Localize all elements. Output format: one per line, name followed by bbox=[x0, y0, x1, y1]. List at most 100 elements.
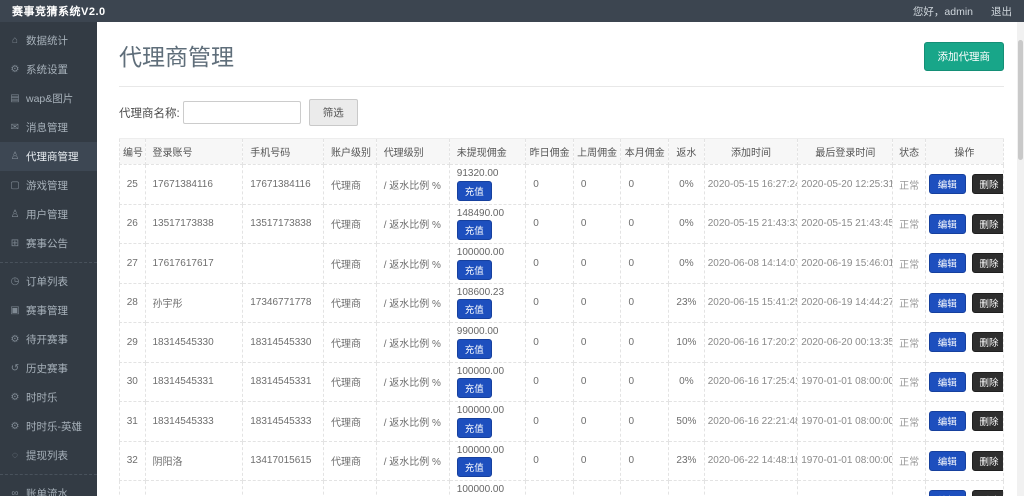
cell-month-commission: 0 bbox=[620, 361, 670, 402]
cell-account: 孙宇彤 bbox=[144, 282, 244, 323]
cell-added-time: 2020-06-16 17:25:41 bbox=[703, 361, 799, 402]
sidebar-item-label: 赛事公告 bbox=[26, 238, 68, 250]
edit-button[interactable]: 编辑 bbox=[928, 213, 966, 234]
cell-rebate: 0% bbox=[668, 164, 705, 205]
cell-month-commission: 0 bbox=[620, 440, 670, 481]
sidebar-item-wap&图片[interactable]: ▤ wap&图片 bbox=[0, 84, 97, 113]
recharge-button[interactable]: 充值 bbox=[456, 417, 492, 438]
column-header: 未提现佣金 bbox=[448, 138, 527, 165]
sidebar-item-label: 数据统计 bbox=[26, 35, 68, 47]
sidebar-item-label: 代理商管理 bbox=[26, 151, 79, 163]
recharge-button[interactable]: 充值 bbox=[456, 259, 492, 280]
edit-button[interactable]: 编辑 bbox=[928, 292, 966, 313]
sidebar-item-游戏管理[interactable]: ▢ 游戏管理 bbox=[0, 171, 97, 200]
edit-button[interactable]: 编辑 bbox=[928, 332, 966, 353]
cell-phone: 13517173838 bbox=[242, 203, 324, 244]
scrollbar[interactable] bbox=[1017, 22, 1024, 496]
table-row: 31 18314545333 18314545333 代理商 / 返水比例 % … bbox=[119, 401, 1005, 442]
sidebar-item-用户管理[interactable]: ♙ 用户管理 bbox=[0, 200, 97, 229]
delete-button[interactable]: 删除 bbox=[971, 174, 1003, 195]
agent-name-input[interactable] bbox=[182, 101, 301, 124]
sidebar-item-时时乐-英雄[interactable]: ⚙ 时时乐-英雄 bbox=[0, 412, 97, 441]
sidebar-item-历史赛事[interactable]: ↺ 历史赛事 bbox=[0, 354, 97, 383]
column-header: 上周佣金 bbox=[572, 138, 622, 165]
sidebar-item-label: 游戏管理 bbox=[26, 180, 68, 192]
delete-button[interactable]: 删除 bbox=[971, 332, 1003, 353]
table-row: 30 18314545331 18314545331 代理商 / 返水比例 % … bbox=[119, 361, 1005, 402]
table-row: 26 13517173838 13517173838 代理商 / 返水比例 % … bbox=[119, 203, 1005, 244]
cell-id: 28 bbox=[119, 282, 146, 323]
cell-yesterday-commission: 0 bbox=[525, 480, 574, 496]
edit-button[interactable]: 编辑 bbox=[928, 253, 966, 274]
cell-id: 31 bbox=[119, 401, 146, 442]
cell-rebate: 23% bbox=[668, 282, 705, 323]
bill-icon: ∞ bbox=[11, 488, 19, 496]
cell-operations: 编辑 删除 bbox=[924, 440, 1005, 481]
cell-yesterday-commission: 0 bbox=[525, 361, 574, 402]
cell-added-time: 2020-06-22 14:48:18 bbox=[703, 440, 799, 481]
status-badge: 正常 bbox=[892, 401, 926, 442]
sidebar-item-赛事管理[interactable]: ▣ 赛事管理 bbox=[0, 296, 97, 325]
recharge-button[interactable]: 充值 bbox=[456, 457, 492, 477]
add-agent-button[interactable]: 添加代理商 bbox=[923, 42, 1004, 71]
delete-button[interactable]: 删除 bbox=[971, 253, 1003, 274]
edit-button[interactable]: 编辑 bbox=[928, 411, 966, 432]
cell-id: 26 bbox=[119, 203, 146, 244]
cell-commission: 99000.00 充值 bbox=[448, 322, 527, 363]
image-icon: ▤ bbox=[10, 93, 20, 104]
sidebar-item-时时乐[interactable]: ⚙ 时时乐 bbox=[0, 383, 97, 412]
table-row: 25 17671384116 17671384116 代理商 / 返水比例 % … bbox=[119, 164, 1005, 205]
sidebar-item-label: 订单列表 bbox=[26, 276, 68, 288]
column-header: 状态 bbox=[892, 138, 926, 165]
agent-table: 编号 登录账号 手机号码 账户级别 代理级别 未提现佣金 昨日佣金 上周佣金 本月佣金 返水 添加时… bbox=[119, 138, 1005, 496]
cell-last-login-time: 1970-01-01 08:00:00 bbox=[797, 361, 894, 402]
sidebar-item-系统设置[interactable]: ⚙ 系统设置 bbox=[0, 55, 97, 84]
scrollbar-thumb[interactable] bbox=[1018, 40, 1023, 160]
delete-button[interactable]: 删除 bbox=[971, 213, 1003, 234]
sidebar-item-提现列表[interactable]: ◌ 提现列表 bbox=[0, 441, 97, 470]
recharge-button[interactable]: 充值 bbox=[456, 338, 492, 359]
cell-phone: 18314545331 bbox=[242, 361, 324, 402]
delete-button[interactable]: 删除 bbox=[971, 490, 1003, 496]
page-title: 代理商管理 bbox=[119, 44, 234, 70]
cell-added-time: 2020-06-16 22:21:48 bbox=[703, 401, 799, 442]
sidebar-item-订单列表[interactable]: ◷ 订单列表 bbox=[0, 267, 97, 296]
cell-phone: 18314545333 bbox=[242, 401, 324, 442]
sidebar: ⌂ 数据统计 ⚙ 系统设置 ▤ wap&图片 ✉ 消息管理 ♙ 代理商管理 ▢ … bbox=[0, 22, 97, 496]
cell-account: 18314545331 bbox=[144, 361, 244, 402]
agent-name-label: 代理商名称: bbox=[119, 107, 180, 120]
edit-button[interactable]: 编辑 bbox=[928, 371, 966, 392]
recharge-button[interactable]: 充值 bbox=[456, 378, 492, 398]
recharge-button[interactable]: 充值 bbox=[456, 299, 492, 319]
cell-commission: 148490.00 充值 bbox=[448, 203, 527, 244]
sidebar-item-待开赛事[interactable]: ⚙ 待开赛事 bbox=[0, 325, 97, 354]
logout-link[interactable]: 退出 bbox=[991, 4, 1012, 19]
delete-button[interactable]: 删除 bbox=[971, 371, 1003, 392]
cell-operations: 编辑 删除 bbox=[924, 243, 1005, 284]
cell-commission: 100000.00 充值 bbox=[448, 480, 527, 496]
cell-account: 18314545330 bbox=[144, 322, 244, 363]
cell-added-time: 2020-06-08 14:14:07 bbox=[703, 243, 799, 284]
delete-button[interactable]: 删除 bbox=[971, 411, 1003, 432]
sidebar-item-账单流水[interactable]: ∞ 账单流水 bbox=[0, 479, 97, 496]
filter-button[interactable]: 筛选 bbox=[308, 99, 358, 126]
cell-last-login-time: 2020-06-19 14:44:27 bbox=[797, 282, 894, 323]
cell-month-commission: 0 bbox=[620, 243, 670, 284]
recharge-button[interactable]: 充值 bbox=[456, 220, 492, 240]
cell-commission: 100000.00 充值 bbox=[448, 440, 527, 481]
edit-button[interactable]: 编辑 bbox=[928, 450, 966, 471]
sidebar-item-数据统计[interactable]: ⌂ 数据统计 bbox=[0, 26, 97, 55]
edit-button[interactable]: 编辑 bbox=[928, 174, 966, 195]
column-header: 返水 bbox=[668, 138, 705, 165]
cell-account: 大澳梦 bbox=[144, 480, 244, 496]
edit-button[interactable]: 编辑 bbox=[928, 490, 966, 496]
delete-button[interactable]: 删除 bbox=[971, 292, 1003, 313]
cell-month-commission: 0 bbox=[620, 203, 670, 244]
sidebar-item-赛事公告[interactable]: ⊞ 赛事公告 bbox=[0, 229, 97, 258]
sidebar-item-消息管理[interactable]: ✉ 消息管理 bbox=[0, 113, 97, 142]
status-badge: 正常 bbox=[892, 440, 926, 481]
recharge-button[interactable]: 充值 bbox=[456, 180, 492, 201]
app-title: 赛事竞猜系统V2.0 bbox=[12, 6, 106, 18]
sidebar-item-代理商管理[interactable]: ♙ 代理商管理 bbox=[0, 142, 97, 171]
delete-button[interactable]: 删除 bbox=[971, 450, 1003, 471]
